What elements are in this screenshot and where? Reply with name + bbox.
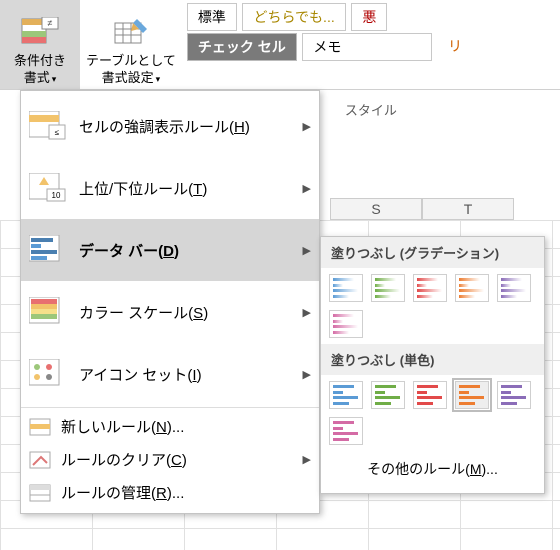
data-bar-swatch[interactable]	[455, 274, 489, 302]
menu-icon-sets-label: アイコン セット(I)	[79, 364, 297, 385]
styles-group-label: スタイル	[345, 100, 397, 119]
style-either[interactable]: どちらでも...	[242, 3, 345, 31]
clear-rules-icon	[29, 451, 51, 469]
menu-clear-rules-label: ルールのクリア(C)	[61, 449, 297, 470]
submenu-arrow-icon: ▶	[303, 120, 311, 133]
conditional-format-label: 条件付き 書式▾	[14, 53, 66, 87]
data-bar-swatch[interactable]	[371, 381, 405, 409]
conditional-format-button[interactable]: ≠ 条件付き 書式▾	[0, 0, 80, 89]
data-bar-swatch[interactable]	[413, 274, 447, 302]
submenu-arrow-icon: ▶	[303, 244, 311, 257]
data-bars-submenu: 塗りつぶし (グラデーション) 塗りつぶし (単色) その他のルール(M)...	[320, 236, 545, 494]
style-check[interactable]: チェック セル	[187, 33, 297, 61]
menu-top-bottom-rules[interactable]: 10 上位/下位ルール(T) ▶	[21, 157, 319, 219]
table-format-button[interactable]: テーブルとして 書式設定▾	[80, 0, 182, 89]
svg-text:≤: ≤	[55, 128, 60, 137]
menu-icon-sets[interactable]: アイコン セット(I) ▶	[21, 343, 319, 405]
menu-highlight-rules[interactable]: ≤ セルの強調表示ルール(H) ▶	[21, 95, 319, 157]
data-bar-swatch[interactable]	[371, 274, 405, 302]
data-bar-swatch[interactable]	[329, 310, 363, 338]
menu-color-scales-label: カラー スケール(S)	[79, 302, 297, 323]
menu-new-rule[interactable]: 新しいルール(N)...	[21, 410, 319, 443]
data-bar-swatch[interactable]	[329, 381, 363, 409]
conditional-format-menu: ≤ セルの強調表示ルール(H) ▶ 10 上位/下位ルール(T) ▶ データ バ…	[20, 90, 320, 514]
data-bar-swatch[interactable]	[455, 381, 489, 409]
column-header-s[interactable]: S	[330, 198, 422, 220]
gradient-fill-grid	[321, 268, 544, 344]
highlight-rules-icon: ≤	[29, 111, 67, 141]
menu-top-bottom-label: 上位/下位ルール(T)	[79, 178, 297, 199]
new-rule-icon	[29, 418, 51, 436]
data-bar-swatch[interactable]	[497, 381, 531, 409]
column-header-t[interactable]: T	[422, 198, 514, 220]
ribbon: ≠ 条件付き 書式▾ テーブルとして 書式設定▾ 標準 どちらでも... 悪 チ…	[0, 0, 560, 90]
svg-text:10: 10	[52, 191, 61, 200]
menu-data-bars[interactable]: データ バー(D) ▶	[21, 219, 319, 281]
icon-sets-icon	[29, 359, 67, 389]
data-bar-swatch[interactable]	[497, 274, 531, 302]
submenu-arrow-icon: ▶	[303, 306, 311, 319]
solid-fill-header: 塗りつぶし (単色)	[321, 344, 544, 375]
color-scales-icon	[29, 297, 67, 327]
menu-separator	[21, 407, 319, 408]
table-format-icon	[111, 17, 151, 51]
style-normal[interactable]: 標準	[187, 3, 237, 31]
conditional-format-icon: ≠	[20, 17, 60, 51]
more-rules-link[interactable]: その他のルール(M)...	[321, 451, 544, 487]
menu-clear-rules[interactable]: ルールのクリア(C) ▶	[21, 443, 319, 476]
style-link[interactable]: リ	[438, 33, 472, 59]
data-bar-swatch[interactable]	[329, 417, 363, 445]
menu-data-bars-label: データ バー(D)	[79, 240, 297, 261]
data-bar-swatch[interactable]	[413, 381, 447, 409]
menu-manage-rules-label: ルールの管理(R)...	[61, 482, 311, 503]
svg-text:≠: ≠	[48, 18, 53, 28]
data-bars-icon	[29, 235, 67, 265]
style-bad[interactable]: 悪	[351, 3, 387, 31]
cell-styles-gallery[interactable]: 標準 どちらでも... 悪 チェック セル メモ リ スタイル	[182, 0, 560, 89]
style-memo[interactable]: メモ	[302, 33, 432, 61]
menu-new-rule-label: 新しいルール(N)...	[61, 416, 311, 437]
menu-highlight-label: セルの強調表示ルール(H)	[79, 116, 297, 137]
menu-manage-rules[interactable]: ルールの管理(R)...	[21, 476, 319, 509]
submenu-arrow-icon: ▶	[303, 453, 311, 466]
table-format-label: テーブルとして 書式設定▾	[86, 53, 176, 87]
solid-fill-grid	[321, 375, 544, 451]
submenu-arrow-icon: ▶	[303, 182, 311, 195]
data-bar-swatch[interactable]	[329, 274, 363, 302]
gradient-fill-header: 塗りつぶし (グラデーション)	[321, 237, 544, 268]
manage-rules-icon	[29, 484, 51, 502]
menu-color-scales[interactable]: カラー スケール(S) ▶	[21, 281, 319, 343]
top-bottom-icon: 10	[29, 173, 67, 203]
submenu-arrow-icon: ▶	[303, 368, 311, 381]
